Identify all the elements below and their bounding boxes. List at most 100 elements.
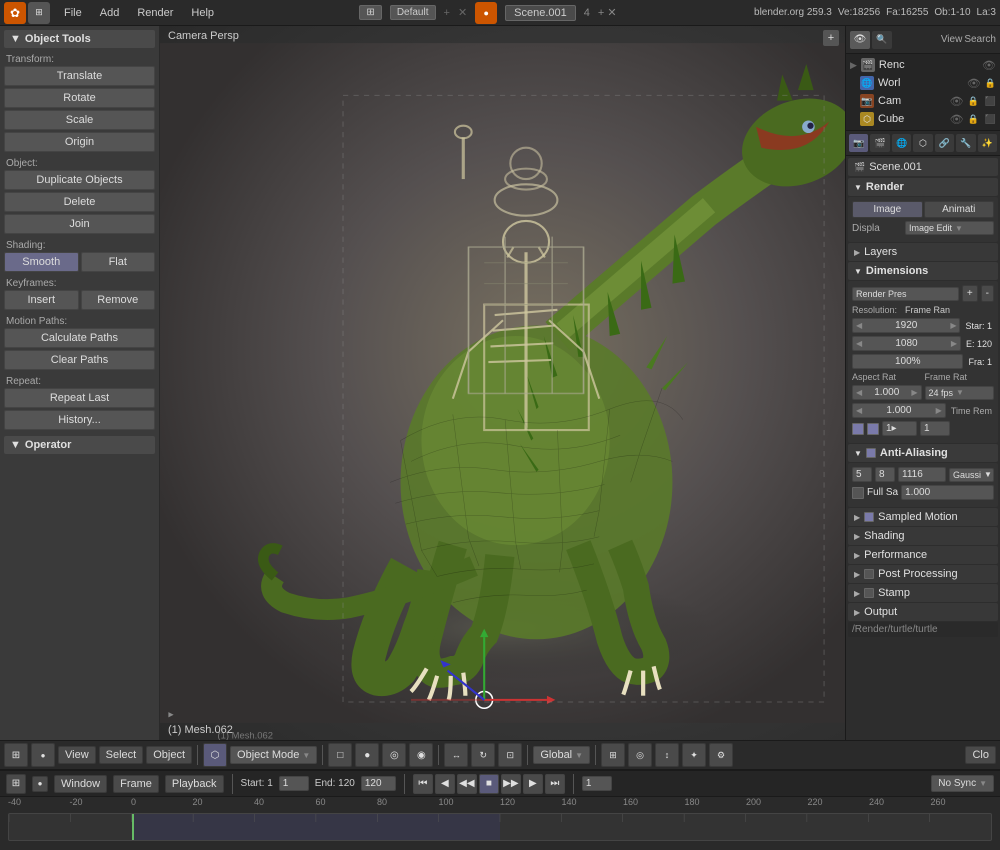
mode-icon[interactable]: ⬡ [203, 743, 227, 767]
outliner-item-renc[interactable]: ▶ 🎬 Renc 👁 [846, 56, 1000, 74]
particles-icon[interactable]: ✨ [978, 134, 997, 152]
rp-search-icon[interactable]: 🔍 [872, 31, 892, 49]
world-prop-icon[interactable]: 🌐 [892, 134, 911, 152]
snap-icon[interactable]: ⊞ [601, 743, 625, 767]
aa-type-dropdown[interactable]: Gaussi ▼ [949, 468, 994, 482]
image-tab[interactable]: Image [852, 201, 923, 218]
tl-current-frame[interactable] [582, 776, 612, 791]
tool-icon1[interactable]: ↕ [655, 743, 679, 767]
viewport-shading4[interactable]: ◉ [409, 743, 433, 767]
full-sa-val-field[interactable]: 1.000 [901, 485, 994, 500]
eye-icon-world[interactable]: 👁 [967, 77, 981, 90]
lock-icon-cam[interactable]: 🔒 [968, 96, 979, 107]
aspect-x-field[interactable]: ◀ 1.000 ▶ [852, 385, 922, 400]
timeline-window-icon[interactable]: ⊞ [6, 774, 26, 794]
menu-file[interactable]: File [56, 5, 90, 21]
tl-start-input[interactable] [279, 776, 309, 791]
add-preset-btn[interactable]: + [962, 285, 978, 302]
remove-preset-btn[interactable]: - [981, 285, 994, 302]
aa-samples-field[interactable]: 1116 [898, 467, 946, 482]
play-reverse-btn[interactable]: ◀◀ [457, 774, 477, 794]
rotate-btn[interactable]: Rotate [4, 88, 155, 108]
time-rem-val[interactable]: 1▸ [882, 421, 917, 436]
animation-tab[interactable]: Animati [924, 201, 995, 218]
stamp-section[interactable]: ▶ Stamp [848, 584, 998, 602]
repeat-last-btn[interactable]: Repeat Last [4, 388, 155, 408]
remove-btn[interactable]: Remove [81, 290, 156, 310]
jump-start-btn[interactable]: ⏮ [413, 774, 433, 794]
outliner-item-world[interactable]: 🌐 Worl 👁 🔒 [846, 74, 1000, 92]
modifier-icon[interactable]: 🔧 [956, 134, 975, 152]
post-processing-section[interactable]: ▶ Post Processing [848, 565, 998, 583]
full-sa-checkbox[interactable] [852, 487, 864, 499]
scale-btn[interactable]: Scale [4, 110, 155, 130]
pp-checkbox[interactable] [864, 569, 874, 579]
output-path[interactable]: /Render/turtle/turtle [848, 622, 998, 637]
scene-name[interactable]: Scene.001 [505, 5, 576, 21]
tl-end-input[interactable] [361, 776, 396, 791]
stop-btn[interactable]: ■ [479, 774, 499, 794]
rp-view-icon[interactable]: 👁 [850, 31, 870, 49]
close-btn[interactable]: Clo [965, 746, 996, 764]
play-btn[interactable]: ▶▶ [501, 774, 521, 794]
tool-icon3[interactable]: ⚙ [709, 743, 733, 767]
output-section[interactable]: ▶ Output [848, 603, 998, 621]
tl-playback-btn[interactable]: Playback [165, 775, 224, 793]
sm-checkbox[interactable] [864, 512, 874, 522]
viewport-shading2[interactable]: ● [355, 743, 379, 767]
render-prop-icon[interactable]: 📷 [849, 134, 868, 152]
frame-controls[interactable]: + ✕ [598, 6, 617, 19]
menu-render[interactable]: Render [129, 5, 181, 21]
select-btn[interactable]: Select [99, 746, 144, 764]
tl-frame-btn[interactable]: Frame [113, 775, 159, 793]
clear-paths-btn[interactable]: Clear Paths [4, 350, 155, 370]
timeline-track-area[interactable]: -40 -20 0 20 40 60 80 100 120 140 160 18… [0, 797, 1000, 850]
manip-icon2[interactable]: ↻ [471, 743, 495, 767]
sampled-motion-section[interactable]: ▶ Sampled Motion [848, 508, 998, 526]
outliner-item-camera[interactable]: 📷 Cam 👁 🔒 ⬛ [846, 92, 1000, 110]
jump-end-btn[interactable]: ⏭ [545, 774, 565, 794]
origin-btn[interactable]: Origin [4, 132, 155, 152]
height-field[interactable]: ◀ 1080 ▶ [852, 336, 961, 351]
lock-icon-cube[interactable]: 🔒 [968, 114, 979, 125]
time-rem-val2[interactable]: 1 [920, 421, 950, 436]
checkbox2[interactable] [867, 423, 879, 435]
sync-dropdown[interactable]: No Sync ▼ [931, 775, 994, 792]
toolbar-window-icon[interactable]: ⊞ [4, 743, 28, 767]
timeline-bar-track[interactable] [8, 813, 992, 841]
view-btn[interactable]: View [58, 746, 96, 764]
display-dropdown[interactable]: Image Edit ▼ [905, 221, 994, 235]
eye-icon-cam[interactable]: 👁 [950, 95, 964, 108]
layout-name[interactable]: Default [390, 5, 436, 20]
lock-icon-world[interactable]: 🔒 [985, 78, 996, 89]
constraint-icon[interactable]: 🔗 [935, 134, 954, 152]
layers-section[interactable]: ▶ Layers [848, 243, 998, 261]
smooth-btn[interactable]: Smooth [4, 252, 79, 272]
aa-checkbox[interactable] [866, 448, 876, 458]
eye-icon-cube[interactable]: 👁 [950, 113, 964, 126]
scene-prop-icon[interactable]: 🎬 [870, 134, 889, 152]
viewport-shading3[interactable]: ◎ [382, 743, 406, 767]
viewport-corner-btn[interactable]: + [823, 30, 839, 46]
eye-icon-renc[interactable]: 👁 [982, 59, 996, 72]
view-label[interactable]: View [941, 34, 963, 45]
manip-icon3[interactable]: ⊡ [498, 743, 522, 767]
dimensions-header[interactable]: ▼ Dimensions [848, 262, 998, 280]
obj-prop-icon[interactable]: ⬡ [913, 134, 932, 152]
object-btn[interactable]: Object [146, 746, 192, 764]
checkbox1[interactable] [852, 423, 864, 435]
viewport[interactable]: Camera Persp + [160, 26, 845, 740]
render-preset-dropdown[interactable]: Render Pres [852, 287, 959, 301]
width-field[interactable]: ◀ 1920 ▶ [852, 318, 960, 333]
join-btn[interactable]: Join [4, 214, 155, 234]
next-frame-btn[interactable]: ▶ [523, 774, 543, 794]
outliner-item-cube[interactable]: ⬡ Cube 👁 🔒 ⬛ [846, 110, 1000, 128]
shading-prop-section[interactable]: ▶ Shading [848, 527, 998, 545]
aa-header[interactable]: ▼ Anti-Aliasing [848, 444, 998, 462]
screen-layout-btn[interactable]: ⊞ [359, 5, 381, 20]
scale-field[interactable]: 100% [852, 354, 963, 369]
aspect-y-field[interactable]: ◀ 1.000 ▶ [852, 403, 946, 418]
prev-frame-btn[interactable]: ◀ [435, 774, 455, 794]
mode-dropdown[interactable]: Object Mode ▼ [230, 746, 317, 764]
window-icon[interactable]: ⊞ [28, 2, 50, 24]
